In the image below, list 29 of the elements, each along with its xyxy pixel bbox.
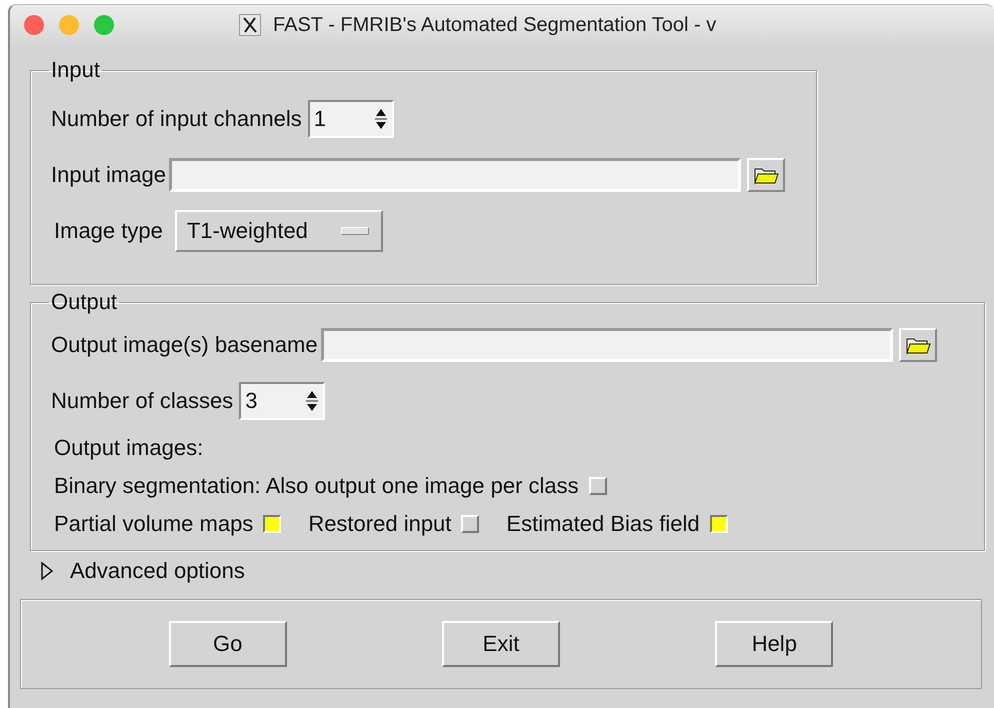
input-field[interactable] [320, 328, 893, 362]
spin-field[interactable]: 3 [239, 382, 326, 420]
checkbox-label: Binary segmentation: Also output one image per class [54, 473, 579, 499]
input-field[interactable] [168, 158, 741, 192]
browse-button[interactable] [898, 328, 937, 362]
image-type-dropdown[interactable]: T1-weighted [174, 210, 383, 252]
checkbox-label: Restored input [308, 511, 452, 537]
field-label: Input image [51, 162, 166, 188]
action-button[interactable]: Go [168, 621, 287, 667]
section-label: Advanced options [70, 558, 245, 584]
x-logo-icon [239, 14, 261, 36]
field-label: Number of classes [51, 388, 234, 414]
field-label: Image type [54, 218, 163, 244]
checkbox-label: Partial volume maps [54, 511, 254, 537]
checkbox[interactable] [710, 515, 728, 533]
checkbox-label: Estimated Bias field [506, 511, 700, 537]
checkbox[interactable] [263, 515, 282, 533]
browse-button[interactable] [746, 158, 785, 192]
close-button[interactable] [24, 15, 44, 35]
spin-field[interactable]: 1 [308, 100, 394, 138]
group-label: Output [50, 289, 118, 315]
field-label: Output image(s) basename [51, 332, 318, 358]
action-button[interactable]: Help [715, 621, 834, 667]
expand-toggle[interactable] [40, 561, 54, 581]
group-label: Input [50, 57, 101, 83]
window-title: FAST - FMRIB's Automated Segmentation Tool - v [273, 14, 716, 36]
field-label: Number of input channels [51, 106, 302, 132]
action-button[interactable]: Exit [442, 621, 560, 667]
section-label: Output images: [54, 435, 204, 461]
